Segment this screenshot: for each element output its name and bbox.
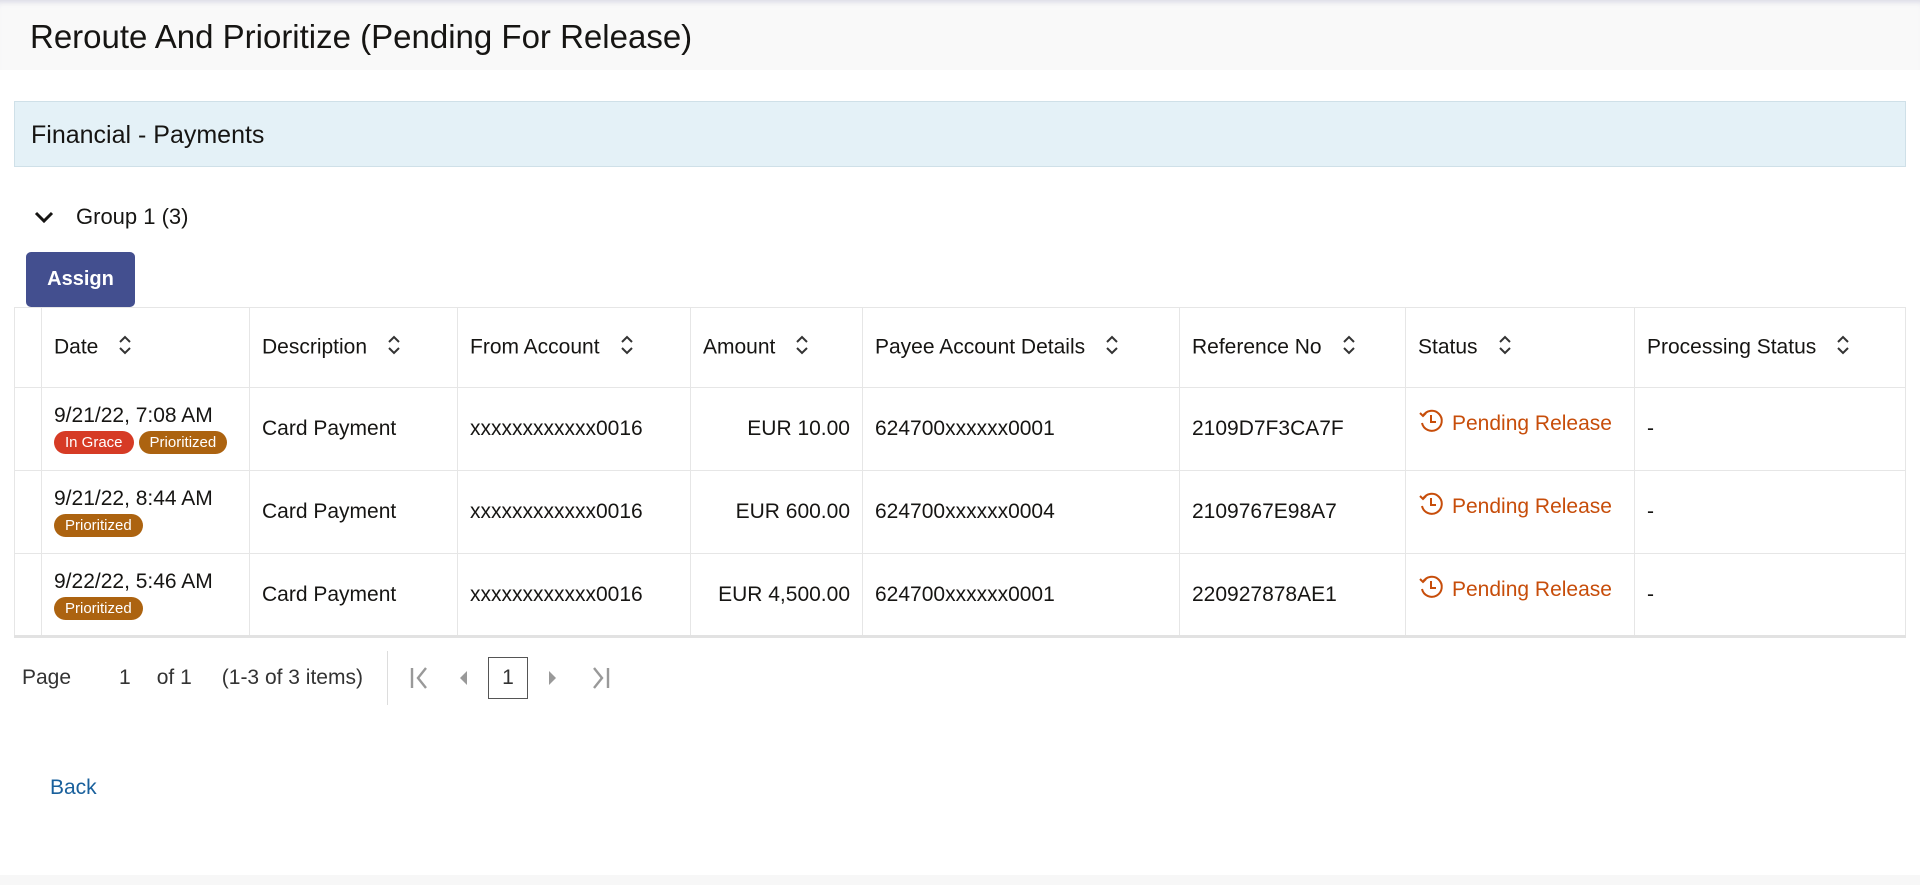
prioritized-badge: Prioritized bbox=[54, 596, 143, 620]
prioritized-badge: Prioritized bbox=[138, 431, 228, 454]
date: 9/21/22, 8:44 AM bbox=[54, 487, 213, 510]
column-label: Description bbox=[262, 335, 368, 359]
column-header[interactable]: Processing Status bbox=[1634, 307, 1906, 388]
section-header: Financial - Payments bbox=[14, 101, 1906, 167]
previous-page-icon[interactable] bbox=[456, 665, 470, 691]
payee-account: 624700xxxxxx0001 bbox=[862, 553, 1180, 638]
back-link[interactable]: Back bbox=[50, 776, 97, 800]
column-label: From Account bbox=[470, 335, 600, 359]
description: Card Payment bbox=[249, 387, 458, 471]
sort-icon[interactable] bbox=[795, 335, 809, 361]
pagination: Page 1 of 1 (1-3 of 3 items) 1 bbox=[22, 650, 612, 705]
chevron-down-icon bbox=[34, 211, 54, 224]
assign-button[interactable]: Assign bbox=[26, 252, 135, 307]
section-title: Financial - Payments bbox=[31, 121, 265, 149]
status-label: Pending Release bbox=[1452, 577, 1612, 601]
page-input[interactable]: 1 bbox=[119, 666, 131, 690]
pending-clock-icon bbox=[1418, 491, 1452, 523]
column-label: Date bbox=[54, 335, 99, 359]
from-account: xxxxxxxxxxxx0016 bbox=[457, 470, 691, 554]
column-label: Amount bbox=[703, 335, 776, 359]
column-header[interactable]: From Account bbox=[457, 307, 691, 388]
page-count: of 1 bbox=[156, 665, 192, 689]
status-label: Pending Release bbox=[1452, 495, 1612, 518]
first-page-icon[interactable] bbox=[408, 665, 434, 691]
group-label: Group 1 (3) bbox=[76, 204, 189, 229]
payee-account: 624700xxxxxx0001 bbox=[862, 387, 1180, 471]
current-page-button[interactable]: 1 bbox=[487, 656, 528, 699]
column-label: Reference No bbox=[1192, 335, 1322, 359]
sort-icon[interactable] bbox=[1105, 335, 1119, 361]
payments-table: Date Description From Account Amount Payee A… bbox=[14, 307, 1906, 638]
select-cell[interactable] bbox=[14, 553, 42, 638]
page-title: Reroute And Prioritize (Pending For Rele… bbox=[30, 18, 693, 55]
column-header[interactable]: Amount bbox=[690, 307, 863, 388]
column-label: Processing Status bbox=[1647, 335, 1817, 359]
sort-icon[interactable] bbox=[1836, 335, 1850, 361]
status: Pending Release bbox=[1418, 491, 1622, 523]
select-cell[interactable] bbox=[14, 470, 42, 554]
column-header[interactable]: Status bbox=[1405, 307, 1635, 388]
processing-status: - bbox=[1634, 387, 1906, 471]
column-label: Payee Account Details bbox=[875, 335, 1086, 359]
divider bbox=[386, 650, 388, 705]
status-label: Pending Release bbox=[1452, 412, 1612, 435]
status: Pending Release bbox=[1418, 408, 1622, 440]
select-column bbox=[14, 307, 42, 388]
sort-icon[interactable] bbox=[1498, 335, 1512, 361]
in-grace-badge: In Grace bbox=[54, 431, 134, 454]
from-account: xxxxxxxxxxxx0016 bbox=[457, 387, 691, 471]
sort-icon[interactable] bbox=[620, 335, 634, 361]
date: 9/21/22, 7:08 AM bbox=[54, 404, 213, 427]
column-header[interactable]: Payee Account Details bbox=[862, 307, 1180, 388]
reference-no: 220927878AE1 bbox=[1179, 553, 1406, 638]
description: Card Payment bbox=[249, 553, 458, 638]
group-toggle[interactable]: Group 1 (3) bbox=[34, 204, 189, 230]
amount: EUR 4,500.00 bbox=[690, 553, 863, 638]
pending-clock-icon bbox=[1418, 574, 1452, 606]
column-header[interactable]: Description bbox=[249, 307, 458, 388]
sort-icon[interactable] bbox=[387, 335, 401, 361]
amount: EUR 600.00 bbox=[690, 470, 863, 554]
items-count: (1-3 of 3 items) bbox=[221, 665, 363, 689]
payee-account: 624700xxxxxx0004 bbox=[862, 470, 1180, 554]
table-row[interactable]: 9/22/22, 5:46 AM Prioritized Card Payment… bbox=[14, 553, 1906, 638]
table-row[interactable]: 9/21/22, 7:08 AM In Grace Prioritized Card… bbox=[14, 387, 1906, 471]
description: Card Payment bbox=[249, 470, 458, 554]
sort-icon[interactable] bbox=[118, 335, 132, 361]
select-cell[interactable] bbox=[14, 387, 42, 471]
footer-strip bbox=[0, 875, 1920, 885]
date: 9/22/22, 5:46 AM bbox=[54, 569, 213, 593]
status: Pending Release bbox=[1418, 574, 1622, 606]
page-header: Reroute And Prioritize (Pending For Rele… bbox=[0, 0, 1920, 70]
page-label: Page bbox=[22, 665, 72, 689]
last-page-icon[interactable] bbox=[586, 665, 612, 691]
column-header[interactable]: Reference No bbox=[1179, 307, 1406, 388]
reference-no: 2109D7F3CA7F bbox=[1179, 387, 1406, 471]
column-label: Status bbox=[1418, 335, 1478, 359]
prioritized-badge: Prioritized bbox=[54, 514, 143, 537]
amount: EUR 10.00 bbox=[690, 387, 863, 471]
processing-status: - bbox=[1634, 553, 1906, 638]
sort-icon[interactable] bbox=[1342, 335, 1356, 361]
column-header[interactable]: Date bbox=[41, 307, 250, 388]
from-account: xxxxxxxxxxxx0016 bbox=[457, 553, 691, 638]
reference-no: 2109767E98A7 bbox=[1179, 470, 1406, 554]
table-row[interactable]: 9/21/22, 8:44 AM Prioritized Card Payment… bbox=[14, 470, 1906, 554]
pending-clock-icon bbox=[1418, 408, 1452, 440]
processing-status: - bbox=[1634, 470, 1906, 554]
next-page-icon[interactable] bbox=[546, 665, 560, 691]
